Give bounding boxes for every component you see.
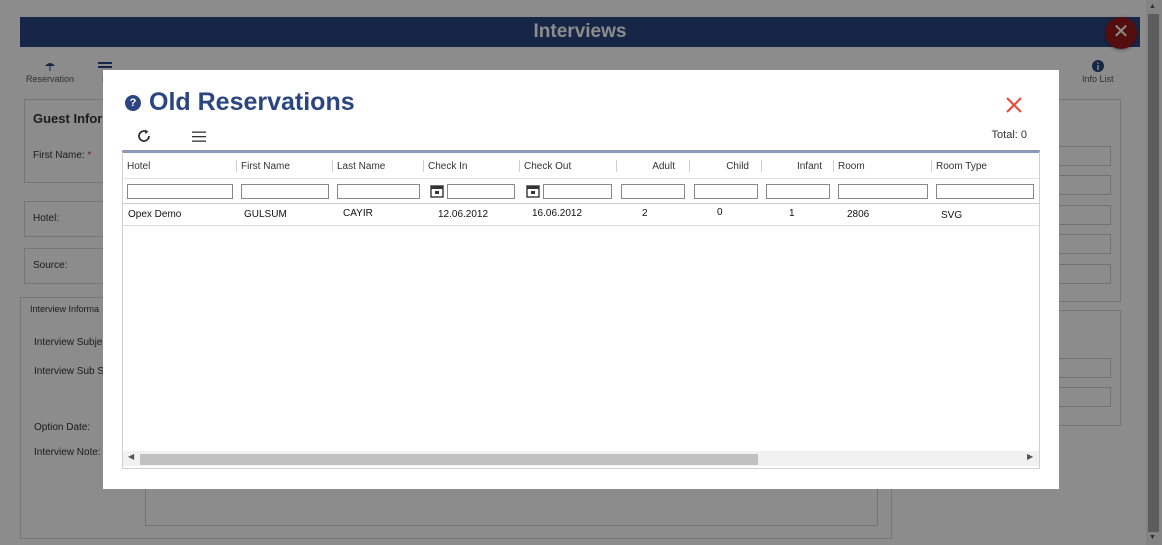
- cell-last-name: CAYIR: [343, 208, 373, 219]
- table-row[interactable]: Opex Demo GULSUM CAYIR 12.06.2012 16.06.…: [123, 204, 1039, 226]
- cell-child: 0: [717, 207, 723, 218]
- filter-hotel-input[interactable]: [127, 184, 233, 199]
- column-header-room-type[interactable]: Room Type: [932, 153, 987, 179]
- cell-first-name: GULSUM: [244, 209, 287, 220]
- cell-room-type: SVG: [941, 210, 963, 221]
- column-header-adult[interactable]: Adult: [617, 153, 675, 179]
- cell-room: 2806: [847, 209, 870, 220]
- column-header-first-name[interactable]: First Name: [237, 153, 290, 179]
- grid-header: Hotel First Name Last Name Check In Chec…: [123, 153, 1039, 179]
- help-icon[interactable]: ?: [125, 95, 141, 111]
- filter-room-type-input[interactable]: [936, 184, 1034, 199]
- calendar-icon[interactable]: [526, 184, 540, 198]
- filter-infant-input[interactable]: [766, 184, 830, 199]
- menu-icon[interactable]: [191, 130, 207, 143]
- column-header-check-out[interactable]: Check Out: [520, 153, 571, 179]
- column-header-check-in[interactable]: Check In: [424, 153, 467, 179]
- scroll-left-arrow-icon[interactable]: ◀: [128, 452, 134, 461]
- filter-row: [123, 180, 1039, 204]
- column-header-child[interactable]: Child: [690, 153, 749, 179]
- old-reservations-dialog: ? Old Reservations Total: 0 Hotel First …: [103, 70, 1059, 489]
- close-icon[interactable]: [1003, 94, 1025, 116]
- filter-first-name-input[interactable]: [241, 184, 329, 199]
- cell-adult: 2: [642, 208, 648, 219]
- grid-scrollbar-thumb[interactable]: [140, 454, 758, 465]
- filter-room-input[interactable]: [838, 184, 928, 199]
- filter-last-name-input[interactable]: [337, 184, 420, 199]
- filter-adult-input[interactable]: [621, 184, 685, 199]
- column-header-infant[interactable]: Infant: [762, 153, 822, 179]
- reservations-grid: Hotel First Name Last Name Check In Chec…: [122, 150, 1040, 469]
- cell-check-in: 12.06.2012: [438, 209, 489, 220]
- dialog-title: Old Reservations: [149, 88, 355, 116]
- column-header-room[interactable]: Room: [834, 153, 865, 179]
- calendar-icon[interactable]: [430, 184, 444, 198]
- column-header-last-name[interactable]: Last Name: [333, 153, 385, 179]
- filter-check-out-input[interactable]: [543, 184, 612, 199]
- cell-check-out: 16.06.2012: [532, 208, 583, 219]
- refresh-icon[interactable]: [136, 128, 152, 144]
- cell-infant: 1: [789, 208, 795, 219]
- grid-horizontal-scrollbar[interactable]: ◀ ▶: [123, 451, 1039, 466]
- filter-check-in-input[interactable]: [447, 184, 515, 199]
- cell-hotel: Opex Demo: [128, 209, 182, 220]
- column-header-hotel[interactable]: Hotel: [123, 153, 150, 179]
- filter-child-input[interactable]: [694, 184, 758, 199]
- scroll-right-arrow-icon[interactable]: ▶: [1027, 452, 1033, 461]
- total-count: Total: 0: [991, 129, 1027, 141]
